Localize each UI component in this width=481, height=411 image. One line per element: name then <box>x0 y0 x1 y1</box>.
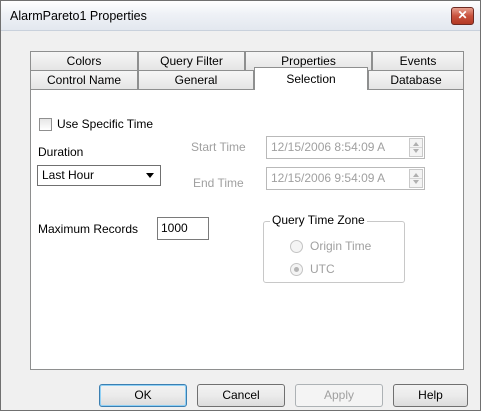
ok-button[interactable]: OK <box>99 384 187 407</box>
origin-time-radio[interactable] <box>290 240 303 253</box>
utc-label: UTC <box>310 262 335 276</box>
cancel-button[interactable]: Cancel <box>197 384 285 407</box>
utc-radio[interactable] <box>290 263 303 276</box>
tab-control-name[interactable]: Control Name <box>30 70 138 90</box>
title-bar: AlarmPareto1 Properties ✕ <box>1 1 480 31</box>
tab-general[interactable]: General <box>138 70 254 90</box>
maximum-records-input[interactable]: 1000 <box>157 217 209 240</box>
apply-button[interactable]: Apply <box>295 384 383 407</box>
properties-dialog: AlarmPareto1 Properties ✕ Colors Query F… <box>0 0 481 411</box>
origin-time-label: Origin Time <box>310 239 372 253</box>
help-button[interactable]: Help <box>393 384 468 407</box>
tab-colors[interactable]: Colors <box>30 51 138 71</box>
duration-dropdown[interactable]: Last Hour <box>37 165 161 186</box>
maximum-records-label: Maximum Records <box>38 222 139 236</box>
window-title: AlarmPareto1 Properties <box>10 9 147 23</box>
tab-selection[interactable]: Selection <box>254 67 368 90</box>
close-icon: ✕ <box>457 8 468 22</box>
end-time-value: 12/15/2006 9:54:09 A <box>271 171 386 185</box>
tab-query-filter[interactable]: Query Filter <box>138 51 245 71</box>
start-time-label: Start Time <box>191 140 246 154</box>
tab-database[interactable]: Database <box>368 70 464 90</box>
duration-value: Last Hour <box>42 168 95 182</box>
use-specific-time-checkbox[interactable] <box>39 118 52 131</box>
spinner-arrows-icon[interactable] <box>409 169 423 188</box>
close-button[interactable]: ✕ <box>451 7 474 25</box>
start-time-picker[interactable]: 12/15/2006 8:54:09 A <box>266 136 425 159</box>
end-time-label: End Time <box>193 176 244 190</box>
spinner-arrows-icon[interactable] <box>409 138 423 157</box>
duration-label: Duration <box>38 145 84 159</box>
selection-panel: Use Specific Time Duration Last Hour Sta… <box>30 89 464 370</box>
end-time-picker[interactable]: 12/15/2006 9:54:09 A <box>266 167 425 190</box>
tab-events[interactable]: Events <box>372 51 464 71</box>
query-time-zone-label: Query Time Zone <box>270 213 367 227</box>
start-time-value: 12/15/2006 8:54:09 A <box>271 140 386 154</box>
chevron-down-icon <box>146 173 154 178</box>
use-specific-time-label: Use Specific Time <box>57 117 154 131</box>
query-time-zone-group: Query Time Zone Origin Time UTC <box>263 213 405 283</box>
